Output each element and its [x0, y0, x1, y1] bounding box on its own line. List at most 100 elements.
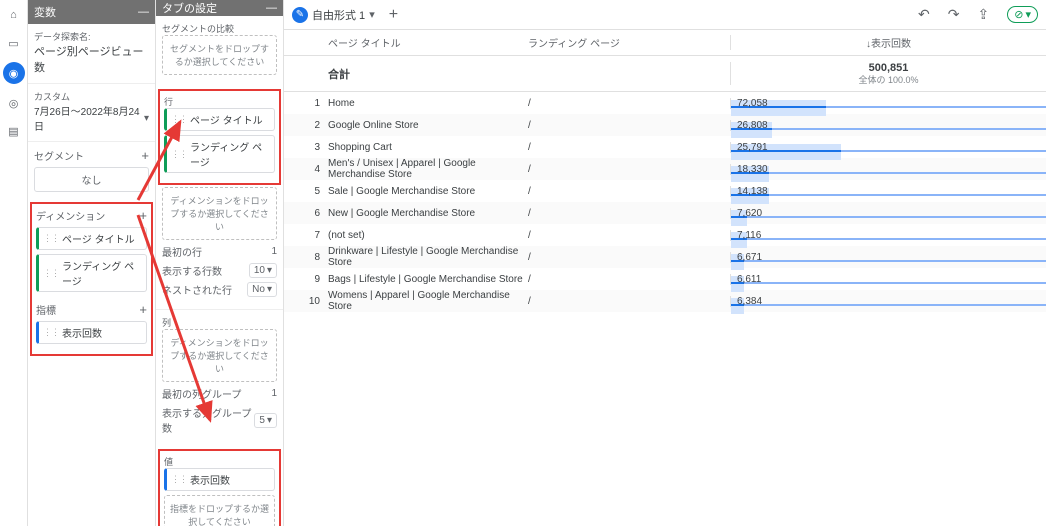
variables-panel: 変数 — データ探索名: ページ別ページビュー数 カスタム 7月26日～2022…: [28, 0, 156, 526]
table-icon[interactable]: ▤: [5, 122, 23, 140]
row-index: 2: [284, 120, 328, 131]
chevron-down-icon: ▾: [267, 284, 272, 295]
segment-label: セグメント: [34, 148, 84, 163]
row-index: 1: [284, 98, 328, 109]
grip-icon: ⋮⋮: [171, 474, 187, 485]
grip-icon: ⋮⋮: [171, 149, 187, 160]
table-row[interactable]: 2Google Online Store/26,808: [284, 114, 1046, 136]
value-chip-views[interactable]: ⋮⋮表示回数: [164, 468, 275, 491]
table-row[interactable]: 4Men's / Unisex | Apparel | Google Merch…: [284, 158, 1046, 180]
chevron-down-icon: ▾: [267, 265, 272, 276]
row-title: New | Google Merchandise Store: [328, 208, 528, 219]
row-index: 9: [284, 274, 328, 285]
explore-icon[interactable]: ◉: [3, 62, 25, 84]
report-area: ✎ 自由形式 1 ▾ + ↶ ↷ ⇪ ⊘▾ ページ タイトル ランディング ペー…: [284, 0, 1046, 526]
grip-icon: ⋮⋮: [43, 233, 59, 244]
row-metric: 26,808: [730, 120, 1046, 131]
status-pill[interactable]: ⊘▾: [1007, 6, 1038, 23]
row-title: Sale | Google Merchandise Store: [328, 186, 528, 197]
bar-chart-icon[interactable]: ▭: [5, 34, 23, 52]
segment-dropzone[interactable]: セグメントをドロップするか選択してください: [162, 35, 277, 75]
row-landing: /: [528, 296, 730, 307]
row-metric: 18,330: [730, 164, 1046, 175]
table-row[interactable]: 1Home/72,058: [284, 92, 1046, 114]
add-dimension-icon[interactable]: +: [139, 208, 147, 223]
row-title: (not set): [328, 230, 528, 241]
row-title: Bags | Lifestyle | Google Merchandise St…: [328, 274, 528, 285]
undo-icon[interactable]: ↶: [918, 6, 930, 23]
table-row[interactable]: 7(not set)/7,116: [284, 224, 1046, 246]
minimize-icon[interactable]: —: [266, 2, 277, 14]
start-col-value[interactable]: 1: [271, 388, 277, 399]
row-metric: 72,058: [730, 98, 1046, 109]
rows-label: 行: [164, 95, 275, 108]
show-cols-select[interactable]: 5▾: [254, 413, 277, 428]
chevron-down-icon[interactable]: ▾: [369, 8, 375, 21]
col-views[interactable]: ↓表示回数: [730, 35, 1046, 50]
annotation-box-dimensions: ディメンション+ ⋮⋮ページ タイトル ⋮⋮ランディング ページ 指標+ ⋮⋮表…: [30, 202, 153, 356]
custom-label: カスタム: [34, 90, 149, 103]
row-index: 5: [284, 186, 328, 197]
share-icon[interactable]: ⇪: [978, 6, 990, 23]
table-row[interactable]: 5Sale | Google Merchandise Store/14,138: [284, 180, 1046, 202]
rows-dropzone[interactable]: ディメンションをドロップするか選択してください: [162, 187, 277, 240]
row-index: 6: [284, 208, 328, 219]
row-index: 3: [284, 142, 328, 153]
chevron-down-icon: ▾: [267, 415, 272, 426]
add-metric-icon[interactable]: +: [139, 302, 147, 317]
total-pct: 全体の 100.0%: [858, 75, 918, 86]
grip-icon: ⋮⋮: [171, 114, 187, 125]
tab-freeform-1[interactable]: ✎ 自由形式 1 ▾: [292, 7, 375, 23]
dimension-chip-landing-page[interactable]: ⋮⋮ランディング ページ: [36, 254, 147, 292]
start-row-value[interactable]: 1: [271, 246, 277, 257]
annotation-box-values: 値 ⋮⋮表示回数 指標をドロップするか選択してください: [158, 449, 281, 526]
values-label: 値: [164, 455, 275, 468]
row-chip-landing-page[interactable]: ⋮⋮ランディング ページ: [164, 135, 275, 173]
table-row[interactable]: 3Shopping Cart/25,791: [284, 136, 1046, 158]
metric-chip-views[interactable]: ⋮⋮表示回数: [36, 321, 147, 344]
minimize-icon[interactable]: —: [138, 6, 149, 18]
row-landing: /: [528, 208, 730, 219]
row-title: Shopping Cart: [328, 142, 528, 153]
row-metric: 25,791: [730, 142, 1046, 153]
redo-icon[interactable]: ↷: [948, 6, 960, 23]
row-chip-page-title[interactable]: ⋮⋮ページ タイトル: [164, 108, 275, 131]
date-range[interactable]: 7月26日～2022年8月24日: [34, 103, 144, 133]
show-rows-label: 表示する行数: [162, 263, 222, 278]
segment-compare-label: セグメントの比較: [162, 22, 277, 35]
home-icon[interactable]: ⌂: [5, 6, 23, 24]
row-index: 8: [284, 252, 328, 263]
grip-icon: ⋮⋮: [43, 327, 59, 338]
target-icon[interactable]: ◎: [5, 94, 23, 112]
row-landing: /: [528, 252, 730, 263]
table-row[interactable]: 10Womens | Apparel | Google Merchandise …: [284, 290, 1046, 312]
col-page-title[interactable]: ページ タイトル: [328, 35, 528, 50]
nested-rows-select[interactable]: No▾: [247, 282, 277, 297]
row-landing: /: [528, 98, 730, 109]
row-index: 4: [284, 164, 328, 175]
col-landing[interactable]: ランディング ページ: [528, 35, 730, 50]
values-dropzone[interactable]: 指標をドロップするか選択してください: [164, 495, 275, 526]
row-metric: 6,384: [730, 296, 1046, 307]
nested-rows-label: ネストされた行: [162, 282, 232, 297]
grip-icon: ⋮⋮: [43, 268, 59, 279]
add-segment-icon[interactable]: +: [141, 148, 149, 163]
table-row[interactable]: 8Drinkware | Lifestyle | Google Merchand…: [284, 246, 1046, 268]
total-value: 500,851: [869, 62, 909, 75]
row-title: Google Online Store: [328, 120, 528, 131]
add-tab-button[interactable]: +: [389, 6, 398, 24]
row-landing: /: [528, 274, 730, 285]
dimension-chip-page-title[interactable]: ⋮⋮ページ タイトル: [36, 227, 147, 250]
segment-none-button[interactable]: なし: [34, 167, 149, 192]
tab-settings-title: タブの設定: [162, 0, 217, 16]
row-index: 10: [284, 296, 328, 307]
table-row[interactable]: 6New | Google Merchandise Store/7,620: [284, 202, 1046, 224]
variables-title: 変数: [34, 4, 56, 20]
start-row-label: 最初の行: [162, 244, 202, 259]
cols-dropzone[interactable]: ディメンションをドロップするか選択してください: [162, 329, 277, 382]
row-metric: 14,138: [730, 186, 1046, 197]
chevron-down-icon[interactable]: ▾: [144, 113, 149, 124]
show-rows-select[interactable]: 10▾: [249, 263, 277, 278]
table-row[interactable]: 9Bags | Lifestyle | Google Merchandise S…: [284, 268, 1046, 290]
row-metric: 6,611: [730, 274, 1046, 285]
